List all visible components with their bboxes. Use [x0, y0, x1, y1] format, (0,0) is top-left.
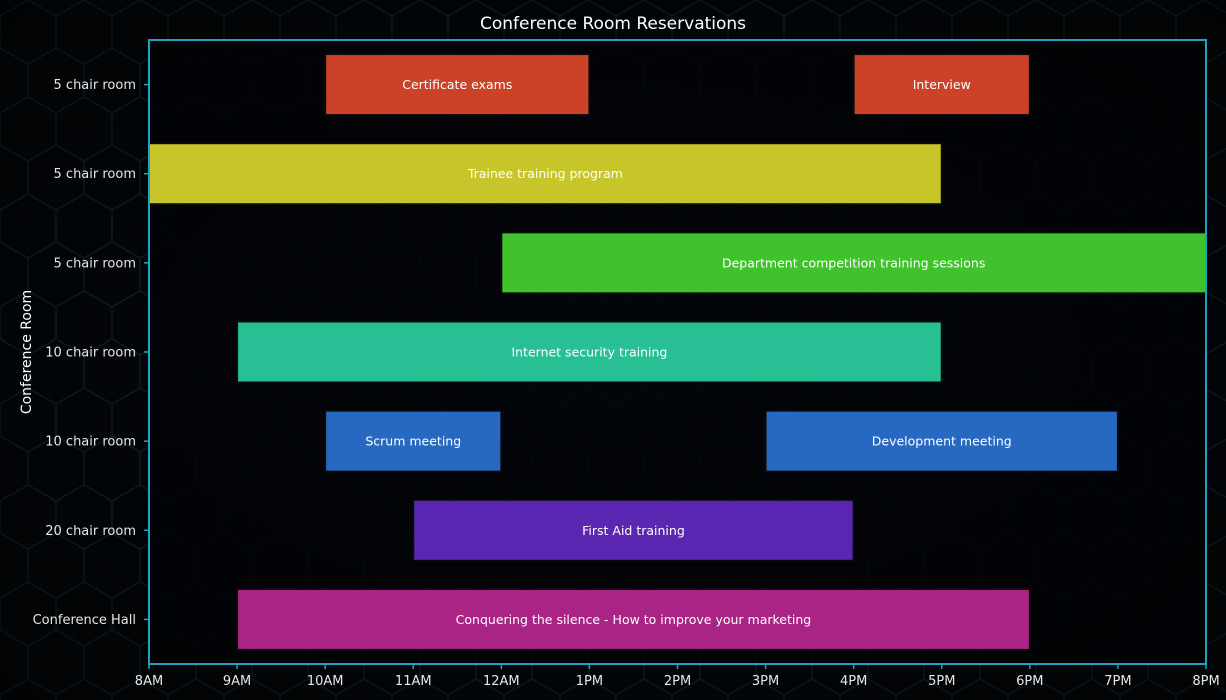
gantt-bar-group: Scrum meeting: [324, 409, 503, 473]
chart-svg: Certificate exams Interview Trainee traini…: [0, 0, 1226, 700]
gantt-bar-label: Scrum meeting: [365, 434, 461, 449]
y-tick-label: Conference Hall: [33, 613, 136, 628]
gantt-bar-label: Interview: [913, 77, 971, 92]
y-tick-label: 10 chair room: [45, 435, 136, 450]
x-tick-label: 8PM: [1192, 674, 1219, 689]
x-tick-label: 6PM: [1016, 674, 1043, 689]
gantt-bar-label: First Aid training: [582, 523, 685, 538]
y-tick-label: 5 chair room: [54, 78, 136, 93]
gantt-bar-group: Development meeting: [764, 409, 1119, 473]
x-tick-label: 10AM: [307, 674, 344, 689]
x-tick-label: 4PM: [840, 674, 867, 689]
gantt-bar-group: Internet security training: [236, 320, 943, 384]
gantt-bar-group: Conquering the silence - How to improve …: [236, 587, 1031, 651]
gantt-bar-group: Certificate exams: [324, 53, 591, 117]
gantt-bar-group: Trainee training program: [148, 142, 943, 206]
x-tick-label: 9AM: [223, 674, 251, 689]
chart-stage: Certificate exams Interview Trainee traini…: [0, 0, 1226, 700]
x-tick-label: 11AM: [395, 674, 432, 689]
y-axis-label: Conference Room: [19, 290, 35, 414]
x-tick-label: 2PM: [664, 674, 691, 689]
y-tick-label: 10 chair room: [45, 346, 136, 361]
gantt-bar-group: Department competition training sessions: [500, 231, 1208, 295]
x-tick-label: 1PM: [576, 674, 603, 689]
gantt-bar-label: Conquering the silence - How to improve …: [456, 612, 812, 627]
gantt-bar-label: Certificate exams: [402, 77, 512, 92]
y-tick-label: 5 chair room: [54, 256, 136, 271]
y-tick-label: 5 chair room: [54, 167, 136, 182]
gantt-bar-group: Interview: [852, 53, 1031, 117]
gantt-bar-label: Trainee training program: [467, 166, 623, 181]
gantt-bar-group: First Aid training: [412, 498, 855, 562]
x-tick-label: 3PM: [752, 674, 779, 689]
gantt-bar-label: Internet security training: [511, 345, 667, 360]
y-tick-label: 20 chair room: [45, 524, 136, 539]
chart-title: Conference Room Reservations: [480, 14, 746, 34]
x-tick-label: 7PM: [1104, 674, 1131, 689]
x-tick-label: 12AM: [483, 674, 520, 689]
x-tick-label: 8AM: [135, 674, 163, 689]
x-tick-label: 5PM: [928, 674, 955, 689]
gantt-bar-label: Development meeting: [872, 434, 1012, 449]
gantt-bar-label: Department competition training sessions: [722, 255, 985, 270]
